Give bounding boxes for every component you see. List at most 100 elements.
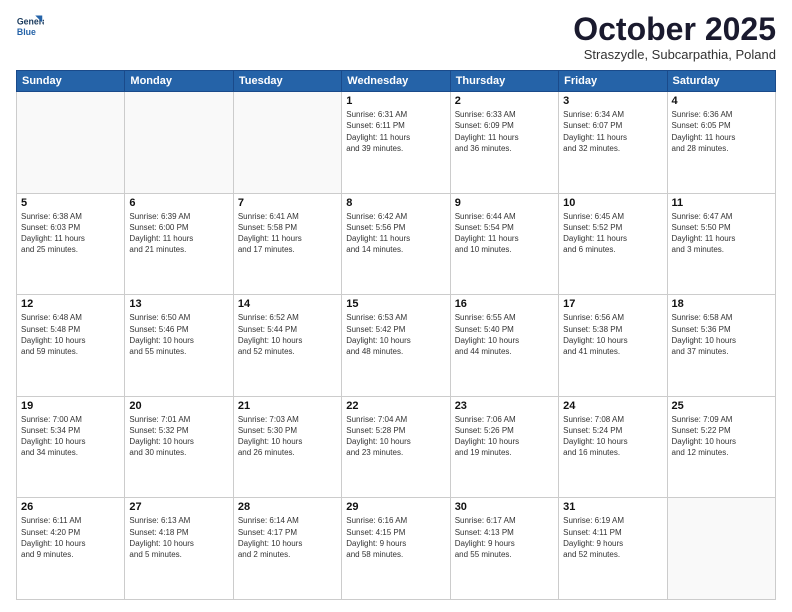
day-cell: 20 Sunrise: 7:01 AM Sunset: 5:32 PM Dayli… xyxy=(125,396,233,498)
day-info: Sunrise: 6:45 AM Sunset: 5:52 PM Dayligh… xyxy=(563,211,662,256)
day-info: Sunrise: 6:13 AM Sunset: 4:18 PM Dayligh… xyxy=(129,515,228,560)
day-number: 23 xyxy=(455,400,554,412)
day-info: Sunrise: 6:14 AM Sunset: 4:17 PM Dayligh… xyxy=(238,515,337,560)
day-number: 20 xyxy=(129,400,228,412)
weekday-header-monday: Monday xyxy=(125,71,233,92)
day-cell: 18 Sunrise: 6:58 AM Sunset: 5:36 PM Dayli… xyxy=(667,295,775,397)
day-number: 26 xyxy=(21,501,120,513)
day-info: Sunrise: 7:08 AM Sunset: 5:24 PM Dayligh… xyxy=(563,414,662,459)
header: General Blue October 2025 Straszydle, Su… xyxy=(16,12,776,62)
week-row-1: 1 Sunrise: 6:31 AM Sunset: 6:11 PM Daylig… xyxy=(17,92,776,194)
calendar-page: General Blue October 2025 Straszydle, Su… xyxy=(0,0,792,612)
day-number: 16 xyxy=(455,298,554,310)
day-number: 15 xyxy=(346,298,445,310)
day-cell: 28 Sunrise: 6:14 AM Sunset: 4:17 PM Dayli… xyxy=(233,498,341,600)
day-number: 22 xyxy=(346,400,445,412)
day-info: Sunrise: 6:53 AM Sunset: 5:42 PM Dayligh… xyxy=(346,312,445,357)
week-row-5: 26Sunrise: 6:11 AM Sunset: 4:20 PM Dayli… xyxy=(17,498,776,600)
day-number: 17 xyxy=(563,298,662,310)
day-info: Sunrise: 6:56 AM Sunset: 5:38 PM Dayligh… xyxy=(563,312,662,357)
day-number: 6 xyxy=(129,197,228,209)
day-info: Sunrise: 6:55 AM Sunset: 5:40 PM Dayligh… xyxy=(455,312,554,357)
day-cell: 26Sunrise: 6:11 AM Sunset: 4:20 PM Dayli… xyxy=(17,498,125,600)
day-number: 3 xyxy=(563,95,662,107)
day-info: Sunrise: 6:47 AM Sunset: 5:50 PM Dayligh… xyxy=(672,211,771,256)
day-cell: 2 Sunrise: 6:33 AM Sunset: 6:09 PM Daylig… xyxy=(450,92,558,194)
day-number: 11 xyxy=(672,197,771,209)
day-number: 4 xyxy=(672,95,771,107)
day-number: 18 xyxy=(672,298,771,310)
day-number: 7 xyxy=(238,197,337,209)
weekday-header-thursday: Thursday xyxy=(450,71,558,92)
day-info: Sunrise: 6:31 AM Sunset: 6:11 PM Dayligh… xyxy=(346,109,445,154)
day-number: 24 xyxy=(563,400,662,412)
weekday-header-row: SundayMondayTuesdayWednesdayThursdayFrid… xyxy=(17,71,776,92)
day-number: 10 xyxy=(563,197,662,209)
day-cell: 31 Sunrise: 6:19 AM Sunset: 4:11 PM Dayli… xyxy=(559,498,667,600)
day-info: Sunrise: 6:48 AM Sunset: 5:48 PM Dayligh… xyxy=(21,312,120,357)
day-cell: 24 Sunrise: 7:08 AM Sunset: 5:24 PM Dayli… xyxy=(559,396,667,498)
day-info: Sunrise: 6:17 AM Sunset: 4:13 PM Dayligh… xyxy=(455,515,554,560)
month-title: October 2025 xyxy=(573,12,776,47)
day-cell: 6 Sunrise: 6:39 AM Sunset: 6:00 PM Daylig… xyxy=(125,193,233,295)
weekday-header-tuesday: Tuesday xyxy=(233,71,341,92)
day-info: Sunrise: 6:38 AM Sunset: 6:03 PM Dayligh… xyxy=(21,211,120,256)
day-info: Sunrise: 7:03 AM Sunset: 5:30 PM Dayligh… xyxy=(238,414,337,459)
weekday-header-friday: Friday xyxy=(559,71,667,92)
day-info: Sunrise: 6:34 AM Sunset: 6:07 PM Dayligh… xyxy=(563,109,662,154)
day-cell: 7 Sunrise: 6:41 AM Sunset: 5:58 PM Daylig… xyxy=(233,193,341,295)
day-info: Sunrise: 6:42 AM Sunset: 5:56 PM Dayligh… xyxy=(346,211,445,256)
day-cell: 14 Sunrise: 6:52 AM Sunset: 5:44 PM Dayli… xyxy=(233,295,341,397)
day-cell: 27Sunrise: 6:13 AM Sunset: 4:18 PM Dayli… xyxy=(125,498,233,600)
day-cell xyxy=(233,92,341,194)
day-info: Sunrise: 6:19 AM Sunset: 4:11 PM Dayligh… xyxy=(563,515,662,560)
day-info: Sunrise: 7:01 AM Sunset: 5:32 PM Dayligh… xyxy=(129,414,228,459)
day-cell: 3 Sunrise: 6:34 AM Sunset: 6:07 PM Daylig… xyxy=(559,92,667,194)
day-number: 14 xyxy=(238,298,337,310)
day-number: 2 xyxy=(455,95,554,107)
location: Straszydle, Subcarpathia, Poland xyxy=(573,47,776,62)
day-info: Sunrise: 6:44 AM Sunset: 5:54 PM Dayligh… xyxy=(455,211,554,256)
weekday-header-saturday: Saturday xyxy=(667,71,775,92)
day-info: Sunrise: 6:39 AM Sunset: 6:00 PM Dayligh… xyxy=(129,211,228,256)
day-cell: 21 Sunrise: 7:03 AM Sunset: 5:30 PM Dayli… xyxy=(233,396,341,498)
weekday-header-wednesday: Wednesday xyxy=(342,71,450,92)
day-number: 13 xyxy=(129,298,228,310)
day-cell: 8Sunrise: 6:42 AM Sunset: 5:56 PM Daylig… xyxy=(342,193,450,295)
day-number: 28 xyxy=(238,501,337,513)
day-number: 31 xyxy=(563,501,662,513)
day-cell: 5 Sunrise: 6:38 AM Sunset: 6:03 PM Daylig… xyxy=(17,193,125,295)
day-cell: 1 Sunrise: 6:31 AM Sunset: 6:11 PM Daylig… xyxy=(342,92,450,194)
svg-text:Blue: Blue xyxy=(17,27,36,37)
day-cell: 19 Sunrise: 7:00 AM Sunset: 5:34 PM Dayli… xyxy=(17,396,125,498)
week-row-3: 12Sunrise: 6:48 AM Sunset: 5:48 PM Dayli… xyxy=(17,295,776,397)
day-cell xyxy=(667,498,775,600)
day-info: Sunrise: 6:16 AM Sunset: 4:15 PM Dayligh… xyxy=(346,515,445,560)
day-number: 5 xyxy=(21,197,120,209)
day-info: Sunrise: 6:52 AM Sunset: 5:44 PM Dayligh… xyxy=(238,312,337,357)
day-number: 9 xyxy=(455,197,554,209)
day-number: 30 xyxy=(455,501,554,513)
day-info: Sunrise: 6:33 AM Sunset: 6:09 PM Dayligh… xyxy=(455,109,554,154)
weekday-header-sunday: Sunday xyxy=(17,71,125,92)
day-info: Sunrise: 6:58 AM Sunset: 5:36 PM Dayligh… xyxy=(672,312,771,357)
day-cell: 15 Sunrise: 6:53 AM Sunset: 5:42 PM Dayli… xyxy=(342,295,450,397)
day-number: 25 xyxy=(672,400,771,412)
day-cell xyxy=(17,92,125,194)
day-number: 21 xyxy=(238,400,337,412)
day-cell: 9 Sunrise: 6:44 AM Sunset: 5:54 PM Daylig… xyxy=(450,193,558,295)
day-cell: 23 Sunrise: 7:06 AM Sunset: 5:26 PM Dayli… xyxy=(450,396,558,498)
day-cell: 29 Sunrise: 6:16 AM Sunset: 4:15 PM Dayli… xyxy=(342,498,450,600)
day-cell xyxy=(125,92,233,194)
day-info: Sunrise: 7:06 AM Sunset: 5:26 PM Dayligh… xyxy=(455,414,554,459)
day-number: 19 xyxy=(21,400,120,412)
day-info: Sunrise: 6:50 AM Sunset: 5:46 PM Dayligh… xyxy=(129,312,228,357)
day-number: 29 xyxy=(346,501,445,513)
day-cell: 22Sunrise: 7:04 AM Sunset: 5:28 PM Dayli… xyxy=(342,396,450,498)
calendar-table: SundayMondayTuesdayWednesdayThursdayFrid… xyxy=(16,70,776,600)
day-info: Sunrise: 7:00 AM Sunset: 5:34 PM Dayligh… xyxy=(21,414,120,459)
day-number: 1 xyxy=(346,95,445,107)
day-info: Sunrise: 6:41 AM Sunset: 5:58 PM Dayligh… xyxy=(238,211,337,256)
week-row-4: 19 Sunrise: 7:00 AM Sunset: 5:34 PM Dayli… xyxy=(17,396,776,498)
day-info: Sunrise: 7:09 AM Sunset: 5:22 PM Dayligh… xyxy=(672,414,771,459)
